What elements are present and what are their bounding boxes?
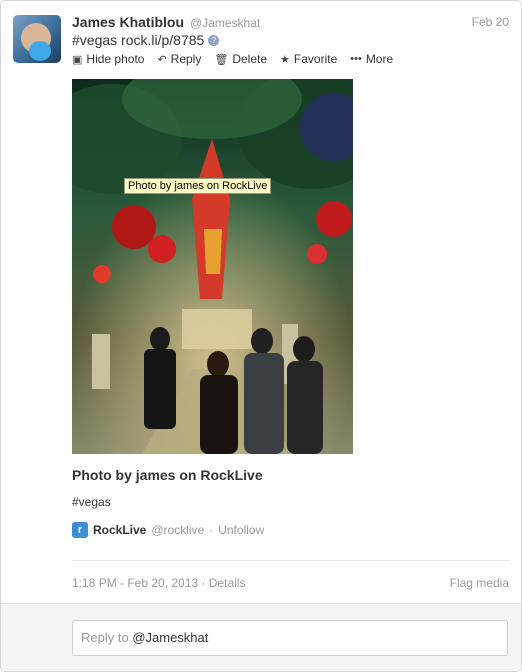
tweet-text: #vegas rock.li/p/8785? [72,32,220,48]
reply-icon: ↶ [157,53,167,66]
author-handle[interactable]: @Jameskhat [190,16,260,30]
reply-area: Reply to @Jameskhat [1,603,521,671]
tweet-detail-panel: James Khatiblou @Jameskhat Feb 20 #vegas… [0,0,522,672]
delete-button[interactable]: 🗑 Delete [214,52,267,66]
tweet-meta: 1:18 PM - Feb 20, 2013 · Details [72,576,245,590]
hide-photo-button[interactable]: ▣ Hide photo [72,52,144,66]
link-info-icon[interactable]: ? [208,35,220,46]
rocklive-app-icon[interactable]: r [72,522,88,538]
delete-label: Delete [232,52,268,66]
reply-label: Reply [170,52,202,66]
card-title[interactable]: Photo by james on RockLive [72,467,263,483]
reply-prefix: Reply to [81,630,133,645]
photo-image [72,79,353,454]
unfollow-link[interactable]: Unfollow [218,523,264,537]
author-name[interactable]: James Khatiblou [72,14,184,30]
favorite-label: Favorite [293,52,338,66]
meta-separator: · [201,576,206,590]
favorite-button[interactable]: ★ Favorite [280,52,337,66]
attribution-separator: · [209,523,214,537]
photo-icon: ▣ [72,53,83,66]
photo-tooltip: Photo by james on RockLive [124,178,272,194]
divider [72,560,510,561]
ellipsis-icon: ••• [350,53,362,65]
rocklive-name[interactable]: RockLive [93,523,146,537]
card-hashtag[interactable]: #vegas [72,495,111,509]
hide-photo-label: Hide photo [86,52,145,66]
star-icon: ★ [280,53,290,66]
tweet-actions: ▣ Hide photo ↶ Reply 🗑 Delete ★ Favorite… [72,52,393,66]
trash-icon: 🗑 [214,53,229,66]
tweet-text-content[interactable]: #vegas rock.li/p/8785 [72,32,204,48]
card-attribution: r RockLive @rocklive · Unfollow [72,522,264,538]
details-link[interactable]: Details [209,576,246,590]
more-button[interactable]: ••• More [350,52,393,66]
reply-button[interactable]: ↶ Reply [157,52,201,66]
tweet-date[interactable]: Feb 20 [472,15,509,29]
reply-mention: @Jameskhat [132,630,209,645]
avatar-balloon [29,41,51,61]
flag-media-link[interactable]: Flag media [450,576,509,590]
more-label: More [365,52,394,66]
reply-input[interactable]: Reply to @Jameskhat [72,620,508,656]
tweet-photo[interactable] [72,79,353,454]
tweet-timestamp[interactable]: 1:18 PM - Feb 20, 2013 [72,576,198,590]
rocklive-handle[interactable]: @rocklive [151,523,204,537]
avatar[interactable] [13,15,61,63]
